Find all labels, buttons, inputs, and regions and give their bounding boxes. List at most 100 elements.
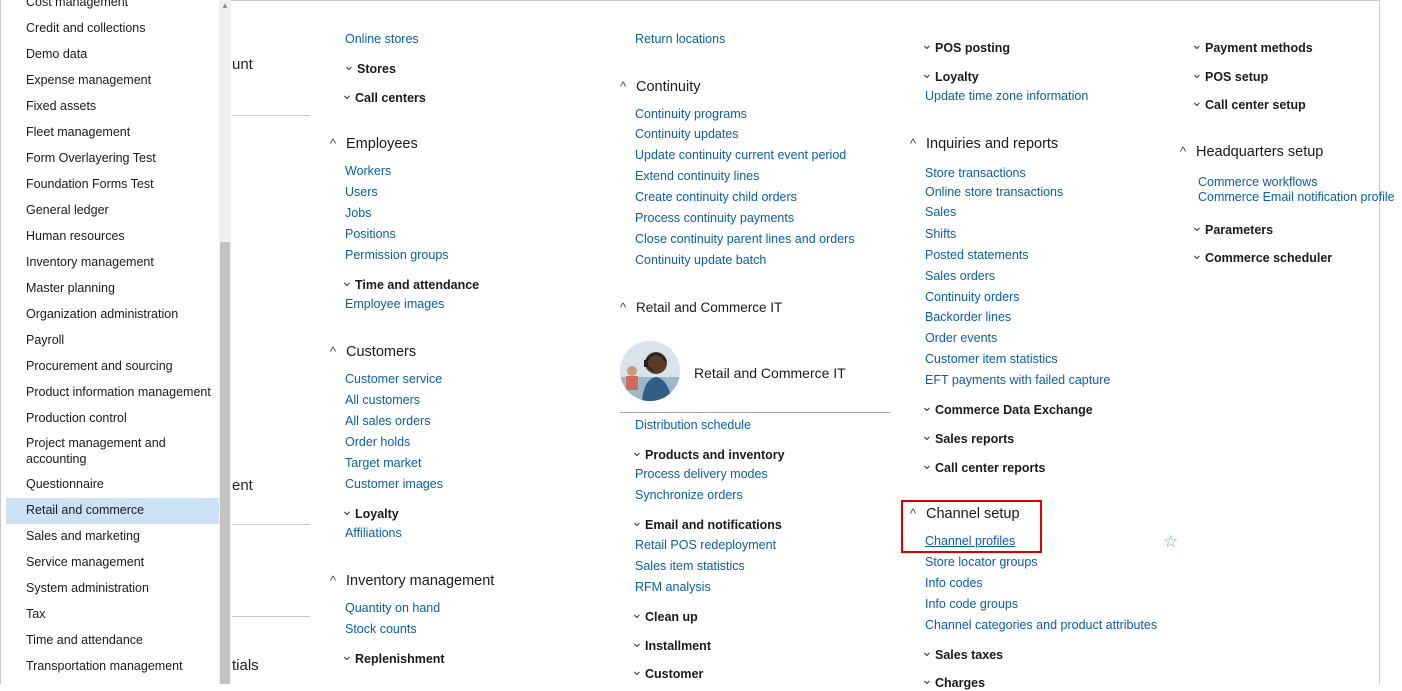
link-update-continuity-current-event[interactable]: Update continuity current event period: [635, 148, 846, 162]
group-call-centers[interactable]: ⌄ Call centers: [341, 86, 426, 106]
section-inquiries-and-reports[interactable]: ^ Inquiries and reports: [910, 136, 1058, 152]
link-jobs[interactable]: Jobs: [345, 206, 371, 220]
link-retail-pos-redeployment[interactable]: Retail POS redeployment: [635, 538, 776, 552]
link-customer-images[interactable]: Customer images: [345, 477, 443, 491]
group-time-and-attendance[interactable]: ⌄ Time and attendance: [341, 273, 479, 293]
link-store-locator-groups[interactable]: Store locator groups: [925, 555, 1038, 569]
link-continuity-programs[interactable]: Continuity programs: [635, 107, 747, 121]
group-commerce-data-exchange[interactable]: ⌄ Commerce Data Exchange: [921, 398, 1093, 418]
link-employee-images[interactable]: Employee images: [345, 297, 444, 311]
nav-item[interactable]: Payroll: [6, 328, 219, 354]
nav-item[interactable]: Organization administration: [6, 302, 219, 328]
section-continuity[interactable]: ^ Continuity: [620, 79, 700, 95]
nav-item[interactable]: Demo data: [6, 42, 219, 68]
nav-item[interactable]: Fixed assets: [6, 94, 219, 120]
link-store-transactions[interactable]: Store transactions: [925, 166, 1026, 180]
section-headquarters-setup[interactable]: ^ Headquarters setup: [1180, 144, 1323, 160]
nav-item[interactable]: Production control: [6, 406, 219, 432]
link-process-continuity-payments[interactable]: Process continuity payments: [635, 211, 794, 225]
link-users[interactable]: Users: [345, 185, 378, 199]
link-update-time-zone[interactable]: Update time zone information: [925, 89, 1088, 103]
group-pos-posting[interactable]: ⌄ POS posting: [921, 36, 1010, 56]
group-pos-setup[interactable]: ⌄ POS setup: [1191, 65, 1268, 85]
nav-item[interactable]: General ledger: [6, 198, 219, 224]
nav-scrollbar[interactable]: ▲: [219, 0, 231, 684]
link-affiliations[interactable]: Affiliations: [345, 526, 402, 540]
link-eft-payments-failed-capture[interactable]: EFT payments with failed capture: [925, 373, 1110, 387]
link-online-stores[interactable]: Online stores: [345, 32, 419, 46]
link-customer-item-statistics[interactable]: Customer item statistics: [925, 352, 1058, 366]
link-info-codes[interactable]: Info codes: [925, 576, 983, 590]
link-order-events[interactable]: Order events: [925, 331, 997, 345]
group-call-center-reports[interactable]: ⌄ Call center reports: [921, 456, 1045, 476]
link-order-holds[interactable]: Order holds: [345, 435, 410, 449]
nav-item[interactable]: Sales and marketing: [6, 524, 219, 550]
group-call-center-setup[interactable]: ⌄ Call center setup: [1191, 93, 1306, 113]
nav-item[interactable]: Expense management: [6, 68, 219, 94]
link-all-customers[interactable]: All customers: [345, 393, 420, 407]
section-employees[interactable]: ^ Employees: [330, 136, 418, 152]
link-continuity-orders[interactable]: Continuity orders: [925, 290, 1020, 304]
nav-item[interactable]: Inventory management: [6, 250, 219, 276]
link-quantity-on-hand[interactable]: Quantity on hand: [345, 601, 440, 615]
nav-item[interactable]: Procurement and sourcing: [6, 354, 219, 380]
link-extend-continuity-lines[interactable]: Extend continuity lines: [635, 169, 759, 183]
group-loyalty-3[interactable]: ⌄ Loyalty: [921, 65, 979, 85]
nav-item[interactable]: Foundation Forms Test: [6, 172, 219, 198]
nav-item[interactable]: Human resources: [6, 224, 219, 250]
link-sales[interactable]: Sales: [925, 205, 956, 219]
link-process-delivery-modes[interactable]: Process delivery modes: [635, 467, 768, 481]
group-commerce-scheduler[interactable]: ⌄ Commerce scheduler: [1191, 246, 1332, 266]
link-close-continuity-parent-lines[interactable]: Close continuity parent lines and orders: [635, 232, 855, 246]
link-shifts[interactable]: Shifts: [925, 227, 956, 241]
group-products-and-inventory[interactable]: ⌄ Products and inventory: [631, 443, 785, 463]
link-customer-service[interactable]: Customer service: [345, 372, 442, 386]
workspace-tile-retail-it[interactable]: Retail and Commerce IT: [620, 340, 890, 413]
link-sales-orders[interactable]: Sales orders: [925, 269, 995, 283]
link-positions[interactable]: Positions: [345, 227, 396, 241]
link-sales-item-statistics[interactable]: Sales item statistics: [635, 559, 745, 573]
group-email-and-notifications[interactable]: ⌄ Email and notifications: [631, 513, 782, 533]
link-commerce-workflows[interactable]: Commerce workflows: [1198, 175, 1317, 189]
link-channel-categories[interactable]: Channel categories and product attribute…: [925, 618, 1157, 632]
link-continuity-update-batch[interactable]: Continuity update batch: [635, 253, 766, 267]
group-clean-up[interactable]: ⌄ Clean up: [631, 605, 698, 625]
star-outline-icon[interactable]: ☆: [1163, 532, 1178, 552]
link-stock-counts[interactable]: Stock counts: [345, 622, 417, 636]
nav-item[interactable]: System administration: [6, 576, 219, 602]
nav-item[interactable]: Transportation management: [6, 654, 219, 680]
link-continuity-updates[interactable]: Continuity updates: [635, 127, 739, 141]
link-return-locations[interactable]: Return locations: [635, 32, 725, 46]
group-replenishment[interactable]: ⌄ Replenishment: [341, 647, 445, 667]
nav-item[interactable]: Fleet management: [6, 120, 219, 146]
link-target-market[interactable]: Target market: [345, 456, 421, 470]
section-inventory-management[interactable]: ^ Inventory management: [330, 573, 494, 589]
link-rfm-analysis[interactable]: RFM analysis: [635, 580, 711, 594]
nav-item[interactable]: Master planning: [6, 276, 219, 302]
nav-item[interactable]: Tax: [6, 602, 219, 628]
group-customer[interactable]: ⌄ Customer: [631, 662, 703, 682]
nav-item[interactable]: Form Overlayering Test: [6, 146, 219, 172]
group-loyalty[interactable]: ⌄ Loyalty: [341, 502, 399, 522]
group-payment-methods[interactable]: ⌄ Payment methods: [1191, 36, 1313, 56]
nav-item[interactable]: Retail and commerce: [6, 498, 219, 524]
group-parameters[interactable]: ⌄ Parameters: [1191, 218, 1273, 238]
nav-item[interactable]: Questionnaire: [6, 472, 219, 498]
group-charges[interactable]: ⌄ Charges: [921, 671, 985, 691]
group-stores[interactable]: ⌄ Stores: [343, 57, 396, 77]
link-all-sales-orders[interactable]: All sales orders: [345, 414, 430, 428]
link-workers[interactable]: Workers: [345, 164, 391, 178]
link-create-continuity-child-orders[interactable]: Create continuity child orders: [635, 190, 797, 204]
group-installment[interactable]: ⌄ Installment: [631, 634, 711, 654]
link-synchronize-orders[interactable]: Synchronize orders: [635, 488, 743, 502]
link-posted-statements[interactable]: Posted statements: [925, 248, 1029, 262]
link-commerce-email-notification-profile[interactable]: Commerce Email notification profile: [1198, 190, 1395, 204]
link-distribution-schedule[interactable]: Distribution schedule: [635, 418, 751, 432]
section-customers[interactable]: ^ Customers: [330, 344, 416, 360]
nav-item[interactable]: Cost management: [6, 0, 219, 16]
nav-item[interactable]: Project management and accounting: [6, 432, 176, 472]
link-permission-groups[interactable]: Permission groups: [345, 248, 449, 262]
link-info-code-groups[interactable]: Info code groups: [925, 597, 1018, 611]
scrollbar-thumb[interactable]: [220, 242, 230, 684]
nav-item[interactable]: Service management: [6, 550, 219, 576]
